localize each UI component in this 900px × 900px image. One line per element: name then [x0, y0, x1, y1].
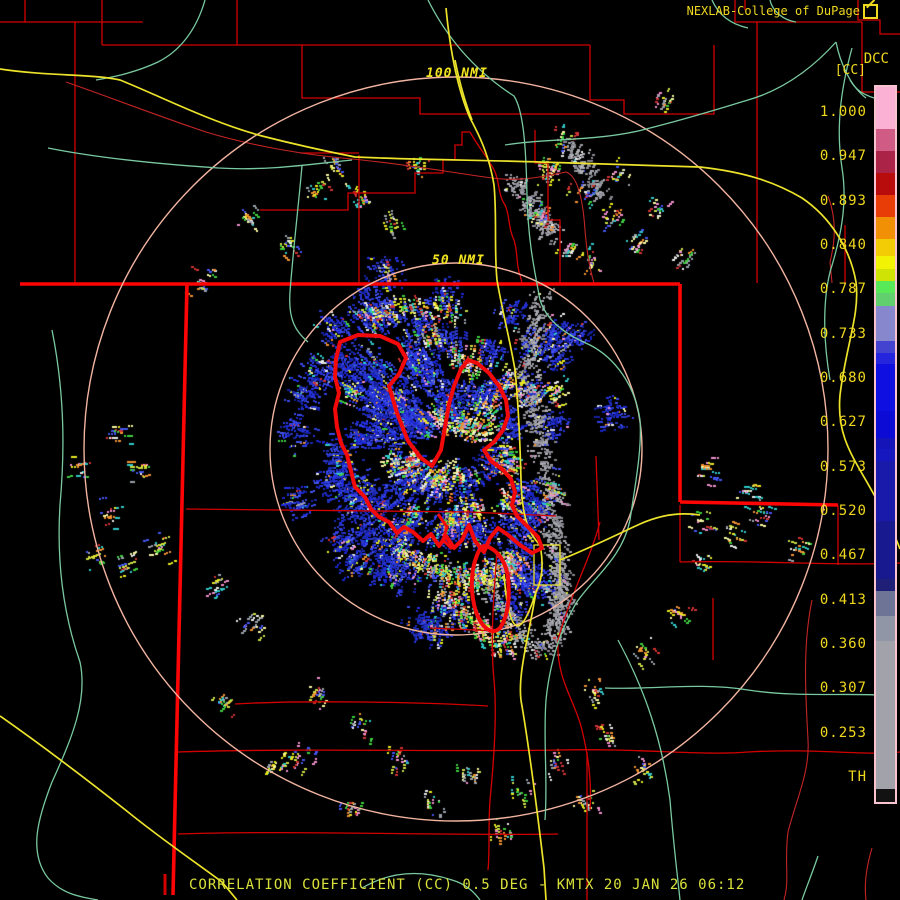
color-scale-segment: [876, 461, 895, 521]
color-scale-segment: [876, 217, 895, 239]
external-link-icon[interactable]: [863, 4, 878, 19]
color-scale-segment: [876, 195, 895, 217]
product-label: CORRELATION COEFFICIENT (CC) 0.5 DEG - K…: [189, 877, 746, 893]
colorbar-title: DCC: [863, 51, 889, 67]
color-scale-segment: [876, 438, 895, 449]
color-scale-segment: [876, 293, 895, 306]
range-ring: [269, 262, 643, 636]
scale-tick-label: 0.307: [819, 680, 867, 697]
site-title[interactable]: NEXLAB-College of DuPage: [687, 4, 860, 18]
scale-tick-label: 1.000: [819, 104, 867, 120]
rivers: [36, 0, 896, 900]
color-scale-segment: [876, 641, 895, 789]
radar-display: NEXLAB-College of DuPage DCC [CC] 1.000 0…: [0, 0, 900, 900]
map-lines-layer: [0, 0, 900, 900]
scale-tick-label: 0.573: [819, 458, 867, 475]
color-scale-segment: [876, 239, 895, 256]
scale-tick-label: TH: [848, 768, 867, 785]
color-scale-segment: [876, 579, 895, 591]
scale-tick-label: 0.467: [819, 547, 867, 564]
color-scale-segment: [876, 129, 895, 151]
color-scale-segment: [876, 364, 895, 411]
color-scale-segment: [876, 151, 895, 173]
scale-tick-label: 0.947: [819, 148, 867, 165]
scale-tick-label: 0.253: [819, 724, 867, 741]
scale-tick-label: 0.733: [819, 325, 867, 342]
color-scale-segment: [876, 353, 895, 364]
color-scale-segment: [876, 521, 895, 579]
scale-tick-label: 0.680: [819, 369, 867, 386]
scale-tick-label: 0.787: [819, 281, 867, 298]
range-ring-label-100: 100 NMI: [426, 66, 488, 81]
color-scale-segment: [876, 281, 895, 293]
red-wavy-lines: [65, 81, 873, 900]
scale-tick-label: 0.413: [819, 591, 867, 608]
range-ring: [83, 76, 829, 822]
color-scale-bar: [874, 85, 897, 804]
range-ring-label-50: 50 NMI: [432, 253, 485, 268]
color-scale-segment: [876, 341, 895, 353]
color-scale-segment: [876, 306, 895, 341]
color-scale-segment: [876, 173, 895, 195]
county-boundaries: [0, 0, 900, 900]
scale-tick-label: 0.360: [819, 635, 867, 652]
scale-tick-label: 0.840: [819, 236, 867, 253]
color-scale-segment: [876, 269, 895, 281]
lake-outline: [333, 333, 544, 634]
color-scale-segment: [876, 591, 895, 616]
scale-tick-label: 0.893: [819, 192, 867, 209]
range-rings: [83, 76, 829, 822]
color-scale-segment: [876, 256, 895, 269]
highways: [0, 7, 900, 900]
state-borders: [20, 282, 839, 896]
color-scale-segment: [876, 616, 895, 641]
color-scale-segment: [876, 87, 895, 129]
colorbar-units: [CC]: [834, 63, 866, 78]
color-scale-segment: [876, 449, 895, 461]
color-scale-segment: [876, 789, 895, 802]
scale-tick-label: 0.520: [819, 502, 867, 519]
scale-tick-label: 0.627: [819, 414, 867, 431]
color-scale-segment: [876, 411, 895, 438]
